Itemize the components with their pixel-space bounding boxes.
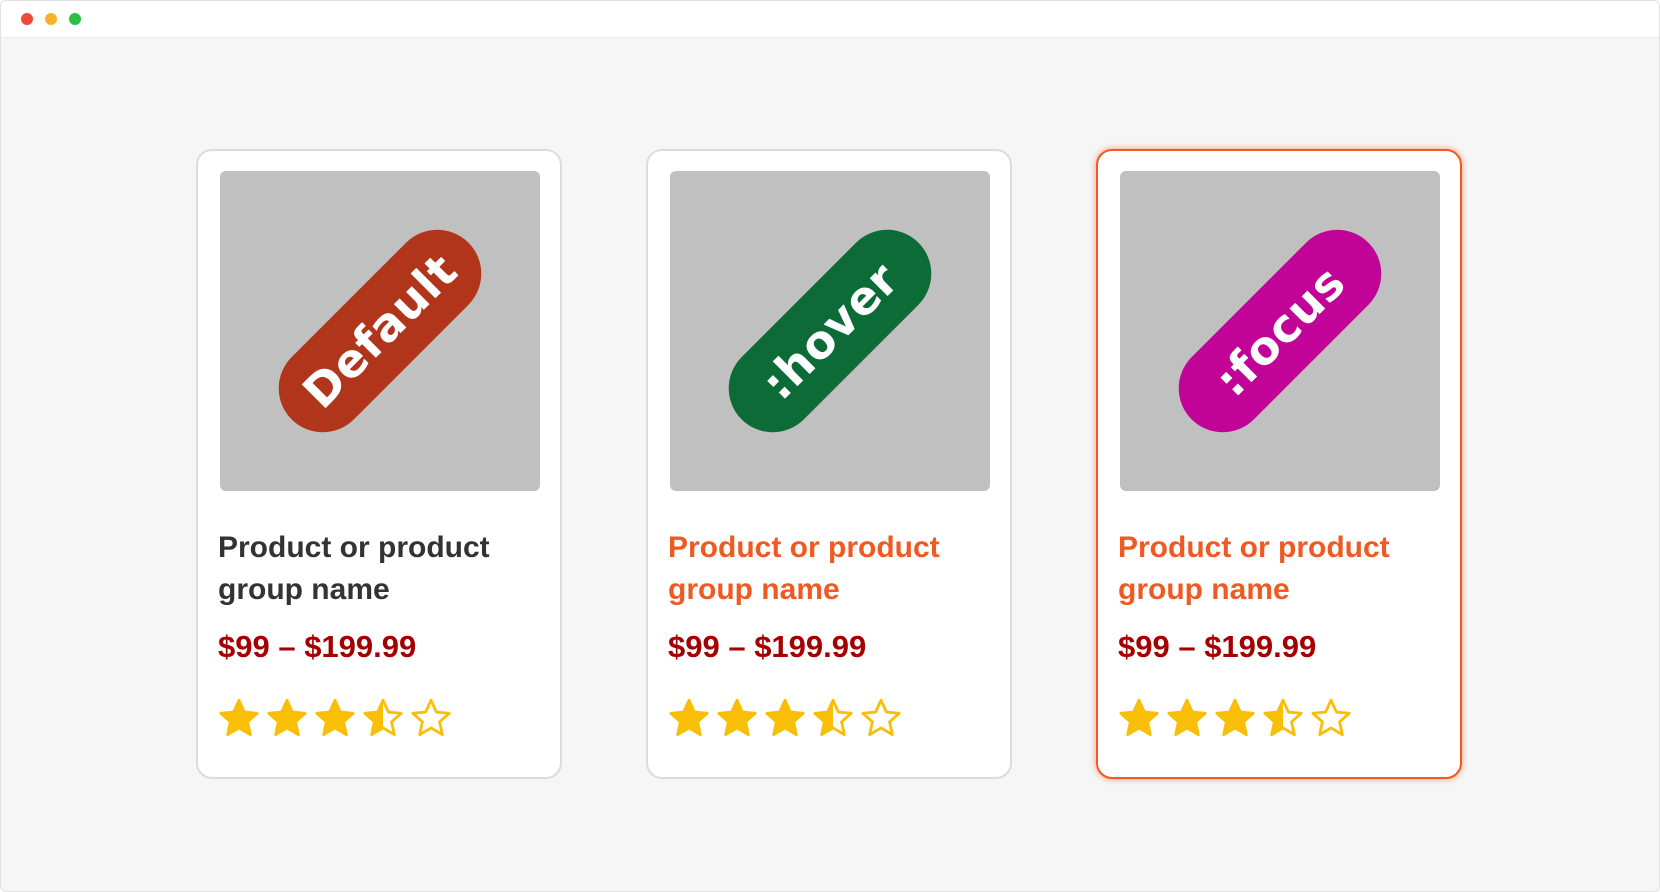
star-rating	[1118, 697, 1352, 741]
product-card-default[interactable]: Default Product or product group name $9…	[196, 149, 562, 779]
product-name[interactable]: Product or product group name	[218, 527, 538, 611]
star-full-icon	[219, 698, 259, 737]
star-half-icon	[1263, 698, 1303, 737]
product-image: Default	[220, 171, 540, 491]
title-bar	[1, 1, 1659, 38]
state-badge: :hover	[710, 211, 950, 451]
star-full-icon	[1119, 698, 1159, 737]
zoom-button[interactable]	[69, 13, 81, 25]
state-badge: Default	[260, 211, 500, 451]
star-full-icon	[765, 698, 805, 737]
close-button[interactable]	[21, 13, 33, 25]
product-image: :hover	[670, 171, 990, 491]
star-empty-icon	[411, 698, 451, 737]
star-full-icon	[717, 698, 757, 737]
star-half-icon	[363, 698, 403, 737]
product-card-hover[interactable]: :hover Product or product group name $99…	[646, 149, 1012, 779]
browser-window: Default Product or product group name $9…	[0, 0, 1660, 892]
product-name[interactable]: Product or product group name	[1118, 527, 1438, 611]
state-badge: :focus	[1160, 211, 1400, 451]
star-full-icon	[1215, 698, 1255, 737]
product-price: $99 – $199.99	[218, 629, 417, 664]
product-card-focus[interactable]: :focus Product or product group name $99…	[1096, 149, 1462, 779]
star-full-icon	[315, 698, 355, 737]
star-rating	[668, 697, 902, 741]
minimize-button[interactable]	[45, 13, 57, 25]
product-price: $99 – $199.99	[668, 629, 867, 664]
star-full-icon	[267, 698, 307, 737]
star-empty-icon	[1311, 698, 1351, 737]
product-price: $99 – $199.99	[1118, 629, 1317, 664]
star-rating	[218, 697, 452, 741]
product-name[interactable]: Product or product group name	[668, 527, 988, 611]
star-half-icon	[813, 698, 853, 737]
star-full-icon	[669, 698, 709, 737]
star-empty-icon	[861, 698, 901, 737]
product-image: :focus	[1120, 171, 1440, 491]
star-full-icon	[1167, 698, 1207, 737]
